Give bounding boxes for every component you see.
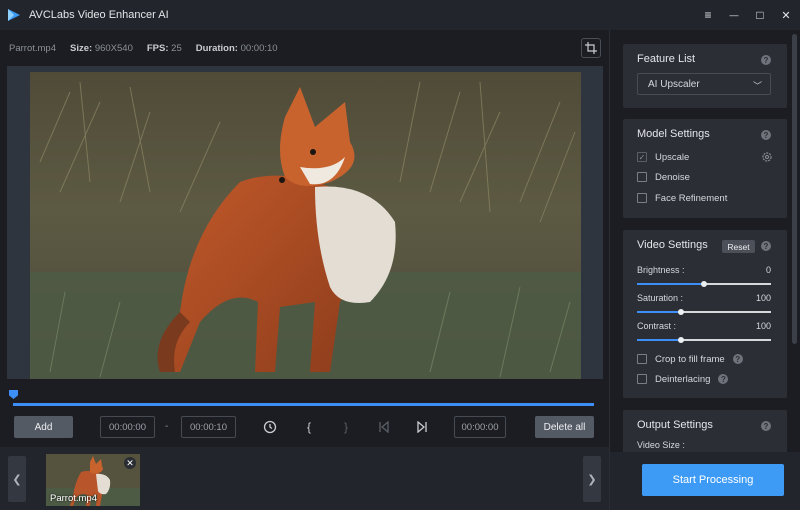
help-icon[interactable]: ?: [732, 354, 743, 364]
mark-out-icon: }: [343, 420, 348, 434]
brightness-knob[interactable]: [701, 281, 707, 287]
thumbnail-label: Parrot.mp4: [50, 493, 97, 504]
video-frame: [30, 72, 581, 379]
video-settings-panel: Video Settings Reset ? Brightness : 0 Sa…: [623, 230, 787, 398]
file-name: Parrot.mp4: [9, 42, 56, 54]
timeline-track[interactable]: [13, 403, 594, 406]
feature-select[interactable]: AI Upscaler ﹀: [637, 73, 771, 95]
contrast-fill: [637, 339, 682, 341]
contrast-label: Contrast :: [637, 321, 677, 331]
minimize-icon[interactable]: —: [728, 9, 740, 21]
face-refinement-label: Face Refinement: [655, 192, 728, 204]
add-button[interactable]: Add: [14, 416, 73, 438]
deinterlacing-checkbox[interactable]: [637, 374, 647, 384]
saturation-value: 100: [755, 293, 771, 303]
help-icon[interactable]: ?: [718, 374, 729, 384]
video-size-label: Video Size :: [637, 440, 685, 450]
feature-list-title: Feature List: [637, 53, 696, 65]
maximize-icon[interactable]: □: [754, 8, 766, 22]
video-settings-title: Video Settings: [637, 239, 708, 251]
settings-scrollbar[interactable]: [792, 34, 797, 344]
menu-icon[interactable]: ≡: [702, 8, 714, 22]
face-refinement-checkbox-row[interactable]: Face Refinement: [637, 191, 727, 205]
saturation-label: Saturation :: [637, 293, 684, 303]
crop-icon: [585, 42, 597, 54]
help-icon[interactable]: ?: [761, 421, 771, 431]
brightness-label: Brightness :: [637, 265, 685, 275]
denoise-label: Denoise: [655, 171, 690, 183]
history-icon[interactable]: [263, 420, 277, 434]
crop-button[interactable]: [581, 38, 601, 58]
mark-in-icon[interactable]: {: [302, 420, 316, 434]
upscale-label: Upscale: [655, 151, 690, 163]
output-settings-panel: Output Settings ? Video Size :: [623, 410, 787, 452]
brightness-slider[interactable]: [637, 281, 771, 287]
chevron-down-icon: ﹀: [752, 81, 762, 91]
thumbnail-close-icon[interactable]: ✕: [124, 457, 136, 469]
thumbnail-prev-button[interactable]: ❮: [8, 456, 26, 502]
close-icon[interactable]: ✕: [780, 9, 792, 22]
crop-to-fill-checkbox[interactable]: [637, 354, 647, 364]
timeline[interactable]: [0, 385, 609, 411]
reset-button[interactable]: Reset: [722, 240, 755, 253]
file-duration: Duration: 00:00:10: [195, 42, 278, 54]
output-settings-title: Output Settings: [637, 419, 713, 431]
saturation-knob[interactable]: [678, 309, 685, 315]
saturation-slider[interactable]: [637, 309, 771, 315]
saturation-fill: [637, 311, 682, 313]
denoise-checkbox[interactable]: [637, 172, 647, 182]
upscale-checkbox[interactable]: ✓: [637, 152, 647, 162]
playback-controls: Add 00:00:00 - 00:00:10 { } 00:00:00 Del…: [0, 412, 609, 444]
video-preview-area: [7, 66, 603, 379]
deinterlacing-row[interactable]: Deinterlacing ?: [637, 372, 729, 386]
start-processing-button[interactable]: Start Processing: [642, 464, 784, 496]
previous-frame-icon: [377, 420, 391, 434]
thumbnail-item[interactable]: ✕ Parrot.mp4: [46, 454, 140, 506]
app-logo-icon: [8, 9, 20, 21]
file-fps: FPS: 25: [146, 42, 182, 54]
app-title: AVCLabs Video Enhancer AI: [29, 9, 169, 21]
file-size: Size: 960X540: [70, 42, 133, 54]
model-settings-panel: Model Settings ? ✓ Upscale Denoise Face …: [623, 119, 787, 218]
file-info-bar: Parrot.mp4 Size: 960X540 FPS: 25 Duratio…: [0, 30, 609, 66]
panel-divider: [609, 30, 610, 510]
face-refinement-checkbox[interactable]: [637, 193, 647, 203]
current-time-field[interactable]: 00:00:00: [454, 416, 506, 438]
crop-to-fill-row[interactable]: Crop to fill frame ?: [637, 352, 743, 366]
denoise-checkbox-row[interactable]: Denoise: [637, 170, 690, 184]
thumbnail-next-button[interactable]: ❯: [583, 456, 601, 502]
model-settings-title: Model Settings: [637, 128, 710, 140]
contrast-slider[interactable]: [637, 337, 771, 343]
processing-footer: Start Processing: [610, 452, 800, 510]
gear-icon[interactable]: [761, 151, 773, 163]
contrast-knob[interactable]: [678, 337, 685, 343]
thumbnail-strip: ❮ ✕ Parrot.mp4 ❯: [0, 447, 609, 510]
time-range-separator: -: [165, 421, 169, 432]
title-bar: AVCLabs Video Enhancer AI ≡ — □ ✕: [0, 0, 800, 30]
help-icon[interactable]: ?: [761, 130, 771, 140]
fox-video-frame-image: [30, 72, 581, 379]
brightness-value: 0: [765, 265, 771, 275]
help-icon[interactable]: ?: [761, 241, 771, 251]
chevron-right-icon: ❯: [587, 473, 597, 486]
help-icon[interactable]: ?: [761, 55, 771, 65]
start-time-field[interactable]: 00:00:00: [100, 416, 155, 438]
feature-list-panel: Feature List ? AI Upscaler ﹀: [623, 44, 787, 108]
timeline-playhead[interactable]: [9, 390, 18, 399]
upscale-checkbox-row[interactable]: ✓ Upscale: [637, 150, 689, 164]
deinterlacing-label: Deinterlacing: [655, 373, 711, 385]
end-time-field[interactable]: 00:00:10: [181, 416, 236, 438]
contrast-value: 100: [755, 321, 771, 331]
delete-all-button[interactable]: Delete all: [535, 416, 594, 438]
brightness-fill: [637, 283, 704, 285]
feature-select-value: AI Upscaler: [648, 78, 700, 90]
crop-to-fill-label: Crop to fill frame: [655, 353, 725, 365]
next-frame-icon[interactable]: [415, 420, 429, 434]
chevron-left-icon: ❮: [12, 473, 22, 486]
